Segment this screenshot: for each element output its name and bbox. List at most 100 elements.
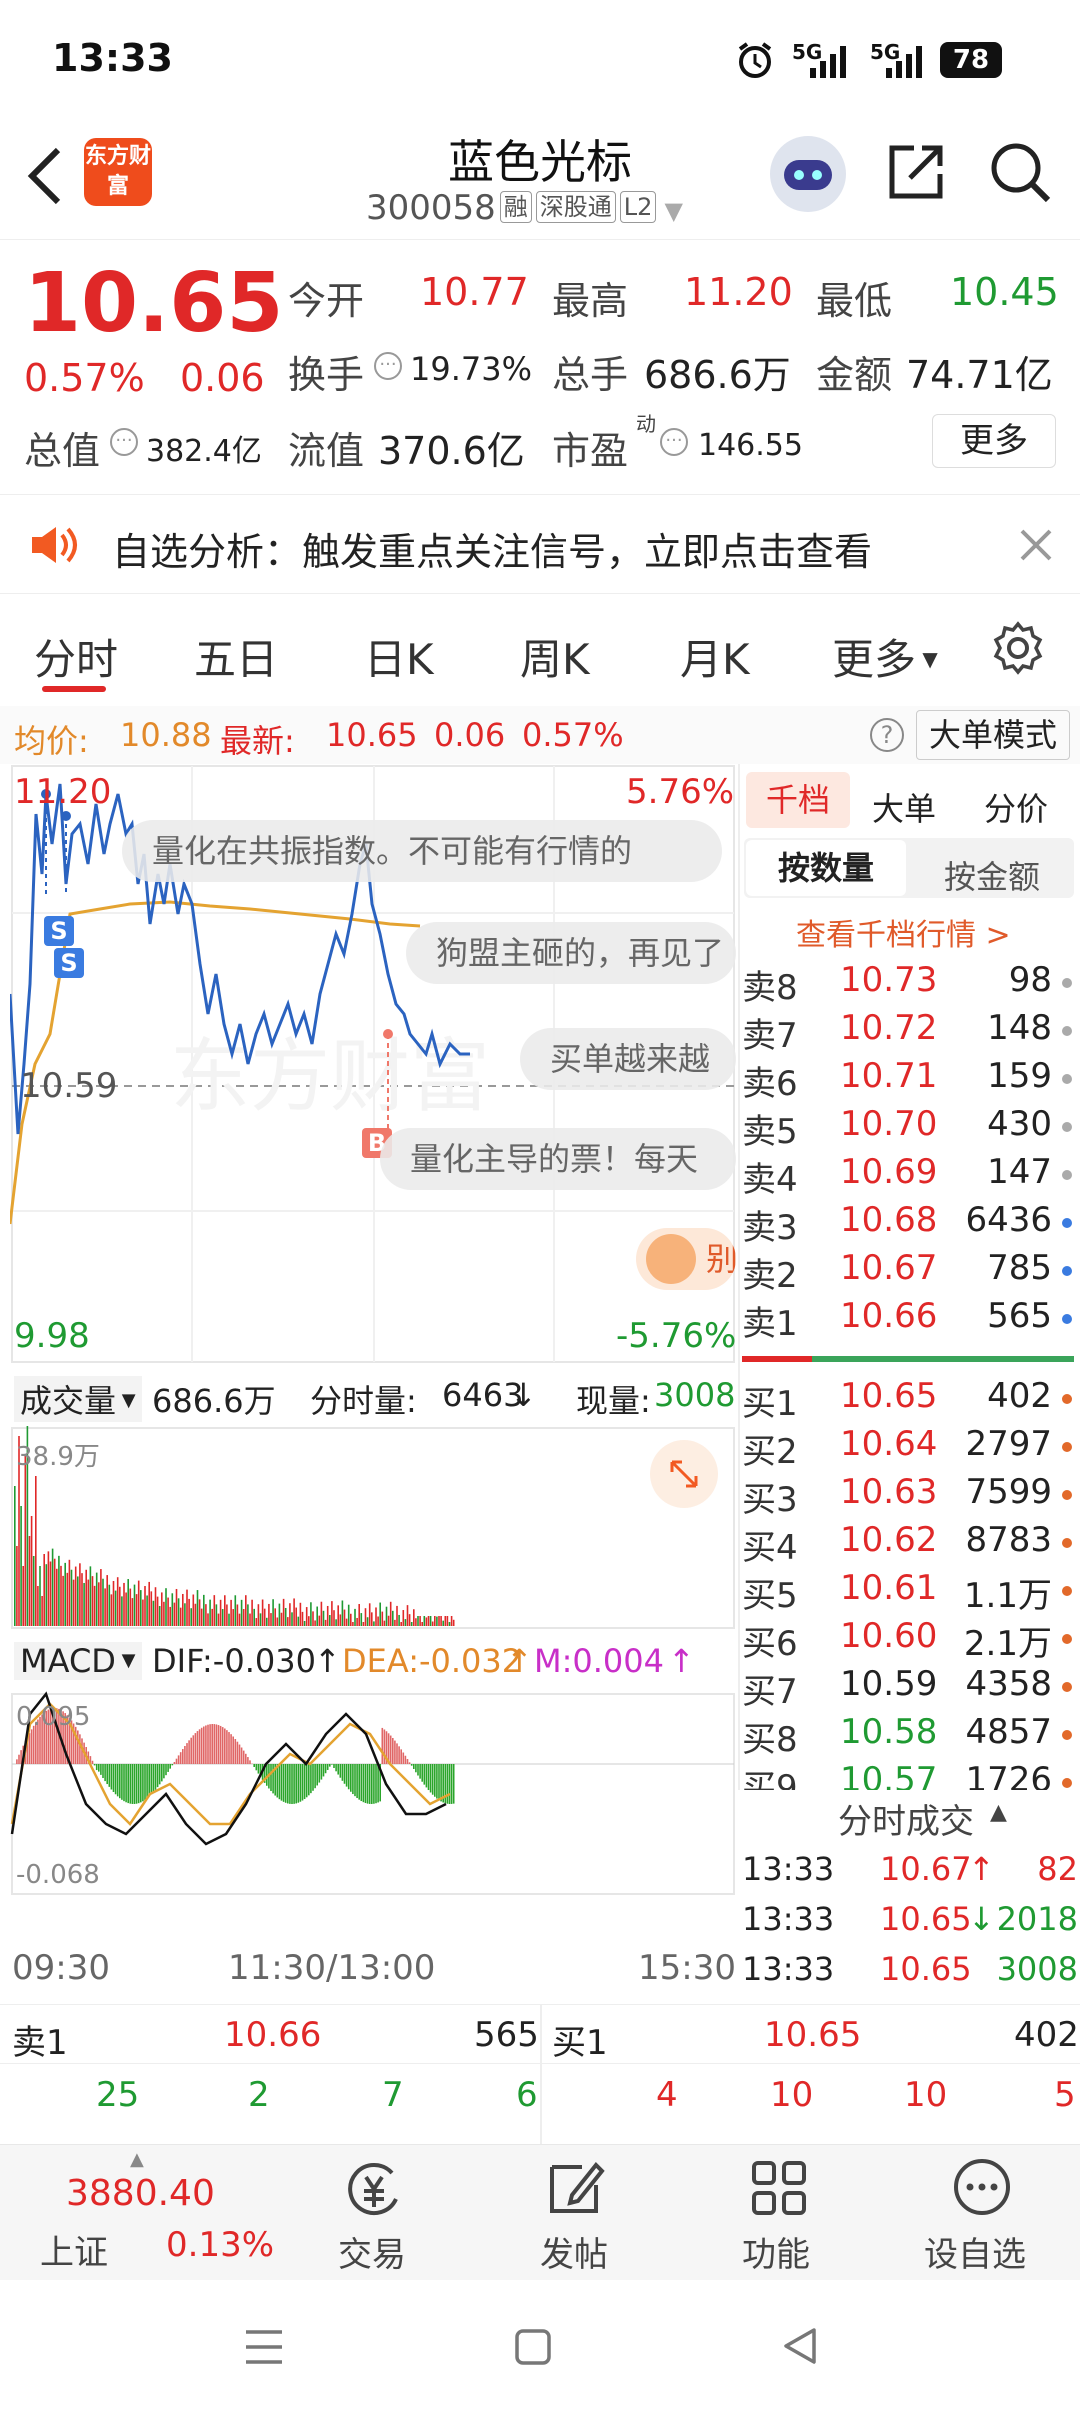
menu-icon[interactable] <box>244 2328 284 2366</box>
bid-level-row[interactable]: 买2 10.64 2797 <box>742 1424 1072 1472</box>
bid-level-row[interactable]: 买5 10.61 1.1万 <box>742 1568 1072 1616</box>
volume-bar <box>163 1601 165 1626</box>
macd-selector[interactable]: MACD ▼ <box>14 1642 142 1680</box>
ask-level-row[interactable]: 卖8 10.73 98 <box>742 960 1072 1008</box>
volume-bar <box>156 1596 159 1626</box>
tab-five-day[interactable]: 五日 <box>194 626 278 687</box>
tab-indicator <box>42 686 106 692</box>
add-watchlist-button[interactable]: 设自选 <box>918 2145 1048 2281</box>
bid-level-volume: 4358 <box>965 1664 1052 1704</box>
comment-bubble-4[interactable]: 量化主导的票！每天 <box>380 1128 736 1190</box>
volume-bar <box>413 1609 415 1626</box>
volume-bar <box>37 1586 39 1626</box>
more-button[interactable]: 更多 <box>932 414 1056 468</box>
tab-price-distribution[interactable]: 分价 <box>984 784 1048 830</box>
index-value[interactable]: 3880.40 <box>66 2173 215 2214</box>
ask-level-label: 卖7 <box>742 1016 798 1056</box>
post-button[interactable]: 发帖 <box>526 2145 626 2281</box>
comment-bubble-2[interactable]: 狗盟主砸的，再见了 <box>406 922 736 984</box>
index-name[interactable]: 上证 <box>40 2225 108 2274</box>
volume-bar <box>377 1616 379 1626</box>
macd-bar <box>425 1764 428 1788</box>
macd-bar <box>175 1758 178 1764</box>
tag-l2: L2 <box>619 191 657 223</box>
volume-bar <box>83 1582 85 1626</box>
ask-level-label: 卖1 <box>742 1304 798 1344</box>
home-icon[interactable] <box>514 2328 552 2366</box>
info-icon[interactable]: ··· <box>374 352 402 380</box>
volume-bar <box>316 1606 318 1626</box>
gear-icon[interactable] <box>990 620 1046 676</box>
tab-monthly[interactable]: 月K <box>680 626 750 687</box>
expand-icon[interactable] <box>650 1440 718 1508</box>
macd-bar <box>366 1764 369 1804</box>
sell-signal-marker-2[interactable]: S <box>54 948 84 978</box>
mktcap-value: 382.4亿 <box>146 434 262 469</box>
view-thousand-levels-link[interactable]: 查看千档行情 > <box>796 910 1011 954</box>
ask-level-row[interactable]: 卖1 10.66 565 <box>742 1296 1072 1344</box>
strip-sell-label: 卖1 <box>12 2023 68 2063</box>
assistant-avatar-icon[interactable] <box>770 136 846 212</box>
ask-level-row[interactable]: 卖4 10.69 147 <box>742 1152 1072 1200</box>
sell-queue-item: 2 <box>248 2075 270 2115</box>
volume-bar <box>242 1609 245 1626</box>
volume-bar <box>150 1591 153 1626</box>
trade-button[interactable]: 交易 <box>324 2145 424 2281</box>
subtab-by-quantity[interactable]: 按数量 <box>746 840 906 896</box>
volume-bar <box>209 1599 211 1626</box>
comment-bubble-3[interactable]: 买单越来越 <box>520 1028 736 1090</box>
tab-daily[interactable]: 日K <box>364 626 434 687</box>
info-icon[interactable]: ··· <box>660 428 688 456</box>
volume-bar <box>108 1584 111 1626</box>
bid-level-row[interactable]: 买8 10.58 4857 <box>742 1712 1072 1760</box>
sell-signal-marker[interactable]: S <box>44 916 74 946</box>
help-icon[interactable]: ? <box>870 718 904 752</box>
tab-more[interactable]: 更多 ▼ <box>832 626 938 687</box>
volume-label: 总手 <box>552 353 629 397</box>
share-icon[interactable] <box>884 140 948 204</box>
ask-level-row[interactable]: 卖5 10.70 430 <box>742 1104 1072 1152</box>
tab-weekly[interactable]: 周K <box>520 626 590 687</box>
volume-bar <box>295 1607 297 1626</box>
chevron-down-icon[interactable]: ▼ <box>664 197 682 225</box>
bid-level-volume: 4857 <box>965 1712 1052 1752</box>
tab-intraday[interactable]: 分时 <box>34 626 118 687</box>
caret-up-icon[interactable]: ▲ <box>130 2149 144 2170</box>
bid-level-row[interactable]: 买4 10.62 8783 <box>742 1520 1072 1568</box>
bid-level-row[interactable]: 买6 10.60 2.1万 <box>742 1616 1072 1664</box>
macd-bar <box>177 1755 180 1764</box>
ask-level-row[interactable]: 卖7 10.72 148 <box>742 1008 1072 1056</box>
macd-bar <box>373 1764 375 1804</box>
ask-level-row[interactable]: 卖6 10.71 159 <box>742 1056 1072 1104</box>
info-icon[interactable]: ··· <box>110 428 138 456</box>
analysis-banner[interactable]: 自选分析：触发重点关注信号，立即点击查看 <box>0 494 1080 594</box>
ask-level-row[interactable]: 卖2 10.67 785 <box>742 1248 1072 1296</box>
macd-bar <box>98 1764 100 1772</box>
comment-bubble[interactable]: 量化在共振指数。不可能有行情的 <box>122 820 722 882</box>
subtab-by-amount[interactable]: 按金额 <box>912 852 1072 898</box>
ask-level-row[interactable]: 卖3 10.68 6436 <box>742 1200 1072 1248</box>
index-pct[interactable]: 0.13% <box>166 2225 274 2265</box>
ask-level-volume: 785 <box>987 1248 1052 1288</box>
back-nav-icon[interactable] <box>780 2326 820 2366</box>
volume-selector[interactable]: 成交量 ▼ <box>14 1376 142 1422</box>
grid-icon <box>752 2161 806 2215</box>
functions-button[interactable]: 功能 <box>728 2145 828 2281</box>
tick-trades-title[interactable]: 分时成交 <box>838 1794 974 1843</box>
big-order-mode-button[interactable]: 大单模式 <box>916 710 1070 760</box>
macd-bar <box>368 1764 371 1804</box>
macd-bar <box>203 1726 205 1764</box>
bid-level-row[interactable]: 买7 10.59 4358 <box>742 1664 1072 1712</box>
level1-strip: 卖1 10.66 565 买1 10.65 402 25 2 7 6 4 10 … <box>0 2004 1080 2145</box>
caret-up-icon[interactable]: ▲ <box>990 1800 1007 1825</box>
strip-buy-vol: 402 <box>1014 2015 1079 2055</box>
tab-thousand-level[interactable]: 千档 <box>746 772 850 828</box>
volume-bar <box>171 1593 174 1626</box>
tab-big-orders[interactable]: 大单 <box>872 784 936 830</box>
macd-bar <box>104 1764 106 1782</box>
close-icon[interactable] <box>1020 529 1052 561</box>
search-icon[interactable] <box>988 140 1054 206</box>
bid-level-row[interactable]: 买3 10.63 7599 <box>742 1472 1072 1520</box>
intraday-chart[interactable]: 东方财富 11.20 5.76% 10.59 9.98 -5.76% S S B… <box>10 764 736 2004</box>
bid-level-row[interactable]: 买1 10.65 402 <box>742 1376 1072 1424</box>
